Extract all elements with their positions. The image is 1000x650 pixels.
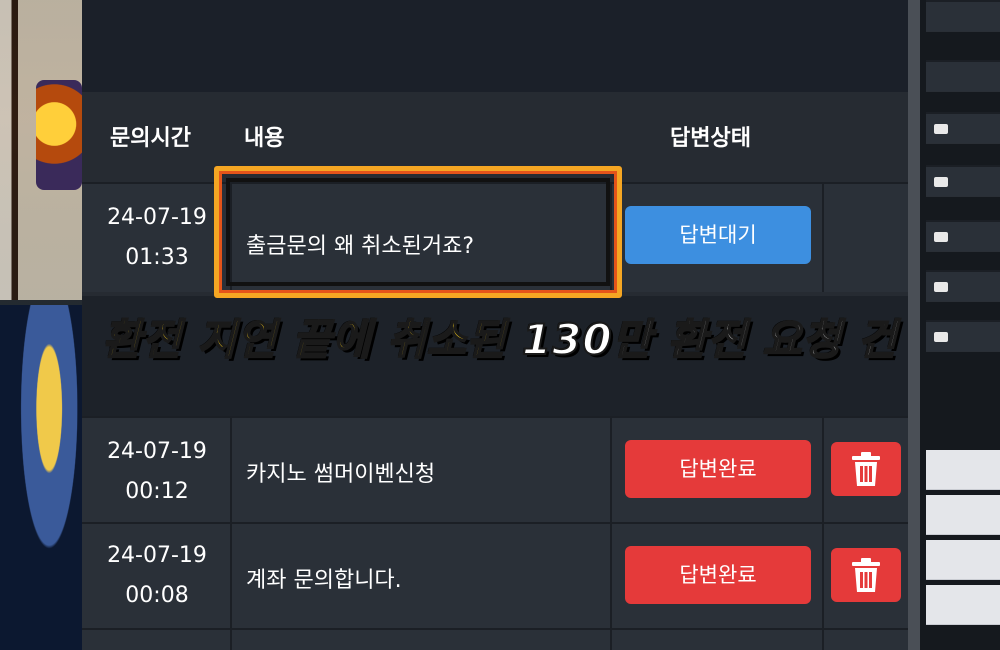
status-cell: 답변대기: [612, 184, 824, 292]
flag-icon: [934, 282, 948, 292]
delete-cell: [824, 630, 908, 650]
content-cell: [232, 630, 612, 650]
sidebar-row: [926, 165, 1000, 197]
table-row[interactable]: 24-07-19 00:12 카지노 썸머이벤신청 답변완료: [82, 416, 908, 522]
delete-cell: [824, 418, 908, 522]
header-content: 내용: [244, 126, 285, 151]
header-time: 문의시간: [110, 126, 191, 151]
header-status: 답변상태: [670, 126, 751, 151]
delete-cell: [824, 184, 908, 292]
caption-highlight-text: 환전 지연 끝에 취소된: [102, 314, 507, 365]
row-time: 01:33: [125, 245, 189, 270]
caption-text: 130만 환전 요청 건: [521, 314, 898, 365]
highlight-inner: [226, 178, 610, 286]
status-cell: [612, 630, 824, 650]
banner-emblem: [36, 80, 82, 190]
status-cell: 답변완료: [612, 418, 824, 522]
status-badge-answered[interactable]: 답변완료: [625, 546, 811, 604]
delete-button[interactable]: [831, 548, 901, 602]
sidebar-row: [926, 270, 1000, 302]
sidebar-row: [926, 220, 1000, 252]
row-date: 24-07-19: [107, 205, 207, 230]
delete-cell: [824, 524, 908, 628]
delete-button[interactable]: [831, 442, 901, 496]
time-cell: [82, 630, 232, 650]
sidebar-row: [926, 540, 1000, 580]
row-time: 00:08: [125, 583, 189, 608]
status-badge-answered[interactable]: 답변완료: [625, 440, 811, 498]
time-cell: 24-07-19 00:08: [82, 524, 232, 628]
row-time: 00:12: [125, 479, 189, 504]
table-row[interactable]: 24-07-19 00:08 계좌 문의합니다. 답변완료: [82, 522, 908, 628]
flag-icon: [934, 124, 948, 134]
sidebar-row: [926, 0, 1000, 32]
flag-icon: [934, 177, 948, 187]
news-caption: 환전 지연 끝에 취소된 130만 환전 요청 건: [0, 306, 1000, 367]
table-row: [82, 628, 908, 650]
sidebar-row: [926, 585, 1000, 625]
trash-icon: [852, 558, 880, 592]
content-cell: 계좌 문의합니다.: [232, 524, 612, 628]
row-content[interactable]: 계좌 문의합니다.: [246, 562, 402, 594]
row-date: 24-07-19: [107, 543, 207, 568]
sidebar-row: [926, 112, 1000, 144]
status-cell: 답변완료: [612, 524, 824, 628]
status-badge-waiting[interactable]: 답변대기: [625, 206, 811, 264]
content-cell: 카지노 썸머이벤신청: [232, 418, 612, 522]
highlight-box: [214, 166, 622, 298]
sidebar-row: [926, 60, 1000, 92]
row-date: 24-07-19: [107, 439, 207, 464]
trash-icon: [852, 452, 880, 486]
row-content[interactable]: 카지노 썸머이벤신청: [246, 456, 435, 488]
flag-icon: [934, 232, 948, 242]
panel-top-band: [82, 0, 908, 92]
time-cell: 24-07-19 01:33: [82, 184, 232, 292]
sidebar-row: [926, 450, 1000, 490]
sidebar-row: [926, 495, 1000, 535]
time-cell: 24-07-19 00:12: [82, 418, 232, 522]
